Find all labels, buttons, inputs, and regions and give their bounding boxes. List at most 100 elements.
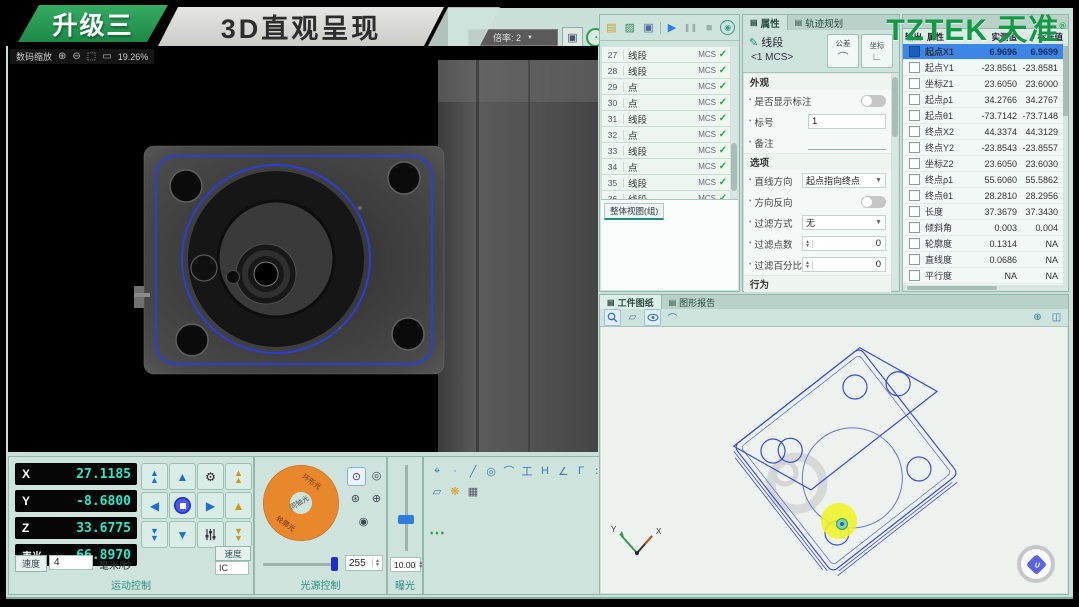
plane-tool-icon[interactable]: ▱: [429, 483, 445, 499]
note-input[interactable]: [808, 135, 886, 150]
filter-percent-spinbox[interactable]: ▲▼0: [802, 257, 886, 272]
light-mode-1-icon[interactable]: ⊙: [347, 467, 366, 486]
output-checkbox[interactable]: [909, 94, 920, 105]
index-input[interactable]: 1: [808, 114, 886, 129]
line-tool-icon[interactable]: ╱: [465, 463, 481, 479]
jog-z-up-fast-button[interactable]: ▲▲: [141, 463, 168, 490]
zoom-select-icon[interactable]: [604, 309, 621, 326]
output-checkbox[interactable]: [909, 78, 920, 89]
z-light-mid-button[interactable]: ▲: [225, 492, 252, 519]
z-light-up-button[interactable]: ▲▲: [225, 463, 252, 490]
jog-x-left-button[interactable]: ◀: [141, 492, 168, 519]
step-row[interactable]: 30 点 MCS ✓: [602, 95, 730, 111]
output-checkbox[interactable]: [909, 126, 920, 137]
result-row[interactable]: 终点X2 44.3374 44.3129: [903, 124, 1063, 140]
brightness-spinbox[interactable]: 255 ▲▼: [345, 555, 383, 571]
exposure-spinbox[interactable]: 10.00 ▲▼: [390, 557, 421, 572]
motion-stop-button[interactable]: [169, 492, 196, 519]
output-checkbox[interactable]: [909, 62, 920, 73]
more-tools-icon[interactable]: ⋯: [429, 523, 445, 543]
step-row[interactable]: 31 线段 MCS ✓: [602, 111, 730, 127]
result-row[interactable]: 直线度 0.0686 NA: [903, 252, 1063, 268]
result-row[interactable]: 起点Y1 -23.8561 -23.8581: [903, 60, 1063, 76]
step-row[interactable]: 35 线段 MCS ✓: [602, 175, 730, 191]
speed2-input[interactable]: IC: [215, 561, 249, 575]
stop-icon[interactable]: ■: [702, 20, 717, 35]
output-checkbox[interactable]: [909, 222, 920, 233]
spinner-arrows-icon[interactable]: ▲▼: [372, 559, 382, 567]
coordinate-system-tool-icon[interactable]: ⌖: [429, 463, 445, 479]
result-row[interactable]: 坐标Z2 23.6050 23.6030: [903, 156, 1063, 172]
construct-tool-icon[interactable]: ❋: [447, 483, 463, 499]
arc-tool-icon[interactable]: ⌒: [501, 463, 517, 479]
light-mode-2-icon[interactable]: ◎: [368, 467, 385, 484]
light-mode-5-icon[interactable]: ◉: [355, 513, 372, 530]
step-row[interactable]: 28 线段 MCS ✓: [602, 63, 730, 79]
corner-tool-icon[interactable]: Γ: [573, 463, 589, 479]
distance-tool-icon[interactable]: 工: [519, 463, 535, 479]
visibility-eye-icon[interactable]: [644, 309, 661, 326]
output-checkbox[interactable]: [909, 174, 920, 185]
steps-scrollbar[interactable]: [731, 47, 737, 197]
z-light-down-button[interactable]: ▼▼: [225, 521, 252, 548]
calculator-tool-icon[interactable]: ▦: [465, 483, 481, 499]
run-icon[interactable]: ▶: [665, 20, 680, 35]
circle-tool-icon[interactable]: ◎: [483, 463, 499, 479]
output-checkbox[interactable]: [909, 110, 920, 121]
step-row[interactable]: 29 点 MCS ✓: [602, 79, 730, 95]
ring-light-indicator[interactable]: 环形光 同轴光 轮廓光: [263, 465, 339, 541]
width-tool-icon[interactable]: H: [537, 463, 553, 479]
reverse-direction-toggle[interactable]: [861, 196, 886, 208]
step-row[interactable]: 33 线段 MCS ✓: [602, 143, 730, 159]
pan-page-icon[interactable]: ▱: [625, 310, 640, 325]
motion-settings-button[interactable]: ⚙: [197, 463, 224, 490]
view-layout-icon[interactable]: ◫: [1049, 310, 1064, 325]
exposure-slider-track[interactable]: [405, 465, 408, 551]
result-row[interactable]: 起点ρ1 34.2766 34.2767: [903, 92, 1063, 108]
jog-options-button[interactable]: [197, 521, 224, 548]
jog-y-down-button[interactable]: ▼: [169, 521, 196, 548]
exposure-slider-handle[interactable]: [398, 515, 414, 524]
spinner-arrows-icon[interactable]: ▲▼: [803, 240, 813, 248]
point-tool-icon[interactable]: ∙: [447, 463, 463, 479]
camera-viewport[interactable]: 数码缩放 ⊕ ⊖ ⬚ ▭ 19.26%: [8, 46, 598, 452]
zoom-in-icon[interactable]: ⊕: [58, 51, 66, 62]
tab-properties[interactable]: ▤属性: [743, 15, 788, 30]
profile-curve-icon[interactable]: ⌒: [665, 310, 680, 325]
save-program-icon[interactable]: ▣: [641, 20, 656, 35]
light-mode-3-icon[interactable]: ⊛: [347, 490, 364, 507]
result-row[interactable]: 终点θ1 28.2810 28.2956: [903, 188, 1063, 204]
angle-tool-icon[interactable]: ∠: [555, 463, 571, 479]
tolerance-button[interactable]: 公差⌒: [827, 34, 859, 68]
camera-capture-button[interactable]: ▣: [562, 27, 583, 47]
filter-mode-select[interactable]: 无▼: [802, 215, 886, 230]
show-annotation-toggle[interactable]: [861, 95, 886, 107]
speed-button[interactable]: 速度: [15, 555, 47, 572]
tab-graphic-report[interactable]: ▤图形报告: [662, 295, 723, 309]
zoom-fit-icon[interactable]: ⊕: [1030, 310, 1045, 325]
results-hscrollbar[interactable]: [903, 285, 1068, 291]
result-row[interactable]: 倾斜角 0.003 0.004: [903, 220, 1063, 236]
new-program-icon[interactable]: ▤: [604, 20, 619, 35]
properties-scrollbar[interactable]: [892, 73, 898, 290]
brightness-slider-handle[interactable]: [331, 557, 338, 571]
light-mode-4-icon[interactable]: ⊕: [368, 490, 385, 507]
speed-input[interactable]: 4: [49, 555, 93, 570]
result-row[interactable]: 平行度 NA NA: [903, 268, 1063, 284]
result-row[interactable]: 起点θ1 -73.7142 -73.7148: [903, 108, 1063, 124]
filter-points-spinbox[interactable]: ▲▼0: [802, 236, 886, 251]
line-direction-select[interactable]: 起点指向终点▼: [802, 173, 886, 188]
cad-canvas[interactable]: Y X ∪: [601, 327, 1067, 593]
jog-y-up-button[interactable]: ▲: [169, 463, 196, 490]
camera-live-icon[interactable]: ◉: [720, 20, 735, 35]
output-checkbox[interactable]: [909, 190, 920, 201]
zoom-out-icon[interactable]: ⊖: [72, 51, 80, 62]
step-row[interactable]: 34 点 MCS ✓: [602, 159, 730, 175]
output-checkbox[interactable]: [909, 238, 920, 249]
step-row[interactable]: 32 点 MCS ✓: [602, 127, 730, 143]
output-checkbox[interactable]: [909, 270, 920, 281]
output-checkbox[interactable]: [909, 158, 920, 169]
jog-z-down-fast-button[interactable]: ▼▼: [141, 521, 168, 548]
step-row[interactable]: 27 线段 MCS ✓: [602, 47, 730, 63]
brightness-slider-track[interactable]: [263, 563, 337, 566]
